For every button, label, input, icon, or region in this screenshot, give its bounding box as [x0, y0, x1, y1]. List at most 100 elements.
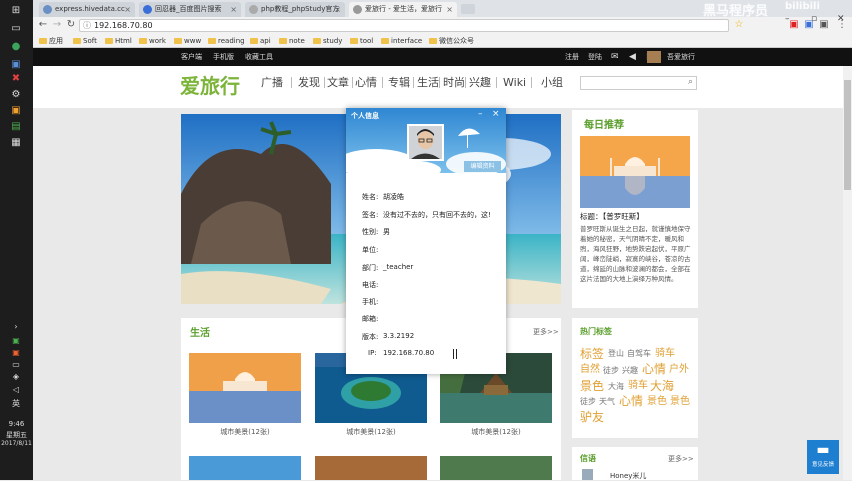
tab-express[interactable]: express.hivedata.cc × — [39, 2, 135, 17]
bookmark-reading[interactable]: reading — [208, 36, 245, 46]
shield-icon[interactable]: ◈ — [8, 370, 24, 384]
settings-icon[interactable]: ⚙ — [8, 88, 24, 102]
message-avatar[interactable] — [582, 469, 593, 480]
address-bar[interactable]: ⓘ 192.168.70.80 — [79, 19, 729, 32]
messages-more-link[interactable]: 更多>> — [668, 454, 694, 464]
register-link[interactable]: 注册 — [565, 51, 579, 63]
feedback-button[interactable]: ▬ 意见反馈 — [807, 440, 839, 474]
app-orange-icon[interactable]: ▣ — [8, 104, 24, 118]
bookmark-tool[interactable]: tool — [350, 36, 373, 46]
bookmark-interface[interactable]: interface — [381, 36, 422, 46]
folder-icon[interactable]: ▤ — [8, 120, 24, 134]
life-thumb-4[interactable] — [189, 456, 301, 480]
info-icon[interactable]: ⓘ — [83, 20, 91, 31]
tab-close-icon[interactable]: × — [446, 2, 453, 17]
nav-life[interactable]: 生活 — [417, 76, 439, 90]
bookmark-html[interactable]: Html — [105, 36, 132, 46]
volume-icon[interactable]: ◁ — [8, 383, 24, 397]
tag-item[interactable]: 大海 — [650, 380, 674, 392]
bookmark-note[interactable]: note — [279, 36, 305, 46]
tab-ailvxing[interactable]: 爱旅行 - 爱生活，爱旅行 × — [349, 2, 457, 17]
clock-time[interactable]: 9:46 — [0, 420, 33, 428]
tag-item[interactable]: 登山 — [608, 350, 624, 358]
app-red-icon[interactable]: ✖ — [8, 72, 24, 86]
popup-minimize-button[interactable]: – — [478, 109, 483, 119]
search-input[interactable]: ⌕ — [580, 76, 697, 90]
menu-icon[interactable]: ⋮ — [836, 19, 848, 31]
chrome-icon[interactable]: ● — [8, 40, 24, 54]
nav-group[interactable]: 小组 — [541, 76, 563, 90]
popup-close-button[interactable]: × — [492, 109, 500, 119]
tag-item[interactable]: 徒步 — [580, 398, 596, 406]
nav-mood[interactable]: 心情 — [355, 76, 377, 90]
edit-profile-button[interactable]: 编辑资料 — [464, 161, 501, 172]
nav-article[interactable]: 文章 — [327, 76, 349, 90]
app-icon[interactable]: ▣ — [8, 58, 24, 72]
app-dark-icon[interactable]: ▦ — [8, 136, 24, 150]
topbar-mobile-link[interactable]: 手机版 — [213, 51, 234, 63]
tag-item[interactable]: 骑车 — [655, 349, 675, 359]
tag-item[interactable]: 天气 — [599, 398, 615, 406]
nav-wiki[interactable]: Wiki — [503, 76, 526, 90]
extension2-icon[interactable]: ▣ — [803, 19, 815, 31]
nav-album[interactable]: 专辑 — [388, 76, 410, 90]
life-thumb-6[interactable] — [440, 456, 552, 480]
mail-icon[interactable]: ✉ — [611, 51, 619, 63]
tag-item[interactable]: 景色 — [580, 380, 604, 392]
new-tab-button[interactable] — [461, 4, 475, 14]
tag-item[interactable]: 骑车 — [628, 381, 648, 391]
bookmark-study[interactable]: study — [313, 36, 342, 46]
start-icon[interactable]: ⊞ — [8, 4, 24, 18]
nav-discover[interactable]: 发现 — [298, 76, 320, 90]
username-link[interactable]: 吾爱旅行 — [667, 51, 695, 63]
bookmark-wechat[interactable]: 微信公众号 — [429, 36, 474, 46]
login-link[interactable]: 登陆 — [588, 51, 602, 63]
site-logo[interactable]: 爱旅行 — [180, 70, 240, 99]
bookmark-soft[interactable]: Soft — [73, 36, 97, 46]
task-view-icon[interactable]: ▭ — [8, 22, 24, 36]
tray-expand-icon[interactable]: › — [8, 320, 24, 334]
bookmark-star-icon[interactable]: ☆ — [733, 19, 745, 31]
ime-lang-icon[interactable]: 英 — [8, 397, 24, 411]
life-thumb-5[interactable] — [315, 456, 427, 480]
scrollbar-thumb[interactable] — [844, 80, 851, 190]
bookmark-work[interactable]: work — [139, 36, 166, 46]
tag-item[interactable]: 心情 — [642, 363, 666, 375]
tag-item[interactable]: 标签 — [580, 348, 604, 360]
search-icon[interactable]: ⌕ — [688, 77, 693, 87]
extension3-icon[interactable]: ▣ — [818, 19, 830, 31]
speaker-icon[interactable]: ◀ — [629, 51, 636, 63]
tab-baidu[interactable]: 回忍器_百度图片搜索 × — [139, 2, 241, 17]
life-more-link[interactable]: 更多>> — [533, 327, 559, 337]
extension-icon[interactable]: ▣ — [788, 19, 800, 31]
tag-item[interactable]: 大海 — [608, 383, 624, 391]
bookmark-api[interactable]: api — [250, 36, 271, 46]
tab-close-icon[interactable]: × — [230, 2, 237, 17]
topbar-client-link[interactable]: 客户端 — [181, 51, 202, 63]
nav-fashion[interactable]: 时尚 — [443, 76, 465, 90]
nav-broadcast[interactable]: 广播 — [261, 76, 283, 90]
tag-item[interactable]: 自然 — [580, 365, 600, 375]
taj-mahal-image[interactable] — [580, 136, 690, 208]
reload-button[interactable]: ↻ — [65, 19, 77, 31]
user-avatar[interactable] — [647, 51, 661, 63]
tag-item[interactable]: 户外 — [669, 365, 689, 375]
life-thumb-1[interactable] — [189, 353, 301, 423]
back-button[interactable]: ← — [37, 19, 49, 31]
tag-item[interactable]: 兴趣 — [622, 367, 638, 375]
nav-interest[interactable]: 兴趣 — [469, 76, 491, 90]
tag-item[interactable]: 景色 — [670, 397, 690, 407]
tag-item[interactable]: 景色 — [647, 397, 667, 407]
forward-button[interactable]: → — [51, 19, 63, 31]
topbar-collect-link[interactable]: 收藏工具 — [245, 51, 273, 63]
tab-phpstudy[interactable]: php教程_phpStudy官方 × — [245, 2, 345, 17]
tag-item[interactable]: 心情 — [619, 395, 643, 407]
tab-close-icon[interactable]: × — [334, 2, 341, 17]
tag-item[interactable]: 驴友 — [580, 411, 604, 423]
bookmark-apps[interactable]: 应用 — [39, 36, 63, 46]
tag-item[interactable]: 徒步 — [603, 367, 619, 375]
tab-close-icon[interactable]: × — [124, 2, 131, 17]
profile-avatar[interactable] — [407, 124, 444, 161]
tag-item[interactable]: 自驾车 — [627, 350, 651, 358]
bookmark-www[interactable]: www — [174, 36, 201, 46]
